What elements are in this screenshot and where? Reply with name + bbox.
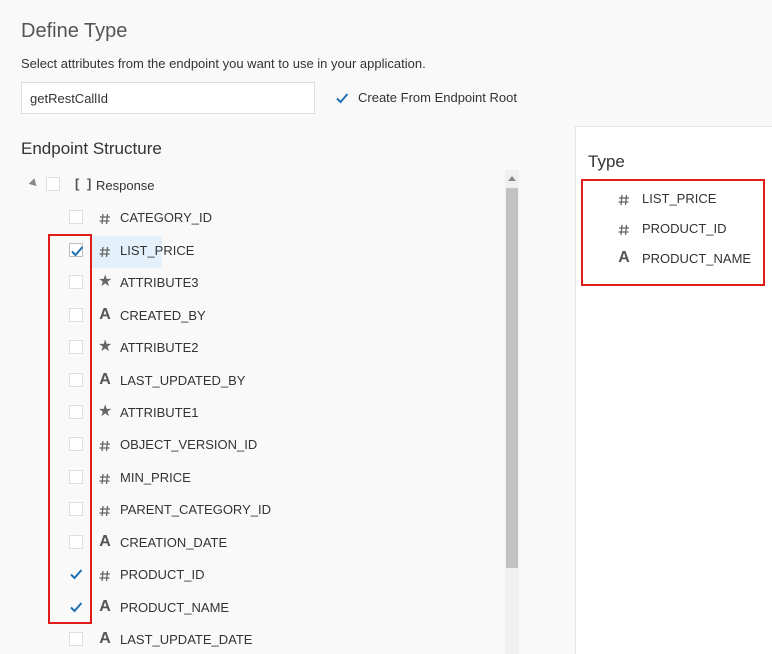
- star-icon: ★: [98, 273, 113, 290]
- string-icon: A: [99, 306, 111, 323]
- tree-root-response[interactable]: [ ] Response: [0, 170, 300, 198]
- string-icon: A: [99, 630, 111, 647]
- string-icon: A: [99, 598, 111, 615]
- expand-triangle-icon[interactable]: [28, 178, 40, 189]
- star-icon: ★: [98, 338, 113, 355]
- tree-item-label: MIN_PRICE: [120, 470, 191, 485]
- tree-item-row[interactable]: A LAST_UPDATE_DATE: [0, 625, 500, 653]
- tree-item-row[interactable]: CATEGORY_ID: [0, 203, 500, 231]
- scroll-thumb[interactable]: [506, 188, 518, 568]
- tree-scrollbar[interactable]: [505, 170, 519, 654]
- string-icon: A: [99, 533, 111, 550]
- array-bracket-icon: [ ]: [75, 176, 94, 191]
- tree-item-label: LAST_UPDATE_DATE: [120, 632, 253, 647]
- checkbox-icon[interactable]: [335, 91, 349, 105]
- number-icon: [98, 435, 112, 453]
- number-icon: [98, 500, 112, 518]
- scroll-up-arrow-icon[interactable]: [508, 176, 516, 181]
- tree-item-label: CREATED_BY: [120, 308, 206, 323]
- tree-item-label: PARENT_CATEGORY_ID: [120, 502, 271, 517]
- page-title: Define Type: [21, 20, 128, 42]
- tree-item-label: CATEGORY_ID: [120, 210, 212, 225]
- tree-item-label: PRODUCT_ID: [120, 567, 205, 582]
- page-subtitle: Select attributes from the endpoint you …: [21, 56, 426, 71]
- tree-item-label: OBJECT_VERSION_ID: [120, 437, 258, 452]
- tree-item-checkbox[interactable]: [69, 210, 83, 224]
- highlight-box-type-items: [581, 179, 765, 286]
- number-icon: [98, 241, 112, 259]
- tree-item-label: ATTRIBUTE2: [120, 340, 199, 355]
- tree-item-checkbox[interactable]: [69, 632, 83, 646]
- tree-item-label: LAST_UPDATED_BY: [120, 373, 246, 388]
- tree-item-label: CREATION_DATE: [120, 535, 228, 550]
- number-icon: [98, 208, 112, 226]
- endpoint-structure-title: Endpoint Structure: [21, 139, 162, 158]
- highlight-box-checkboxes: [48, 234, 92, 624]
- type-panel-title: Type: [588, 152, 625, 171]
- number-icon: [98, 565, 112, 583]
- tree-item-label: PRODUCT_NAME: [120, 600, 230, 615]
- tree-item-label: ATTRIBUTE1: [120, 405, 199, 420]
- number-icon: [98, 468, 112, 486]
- response-checkbox[interactable]: [46, 177, 60, 191]
- response-label: Response: [96, 178, 155, 193]
- star-icon: ★: [98, 403, 113, 420]
- type-name-input[interactable]: [21, 82, 315, 114]
- string-icon: A: [99, 371, 111, 388]
- tree-item-label: ATTRIBUTE3: [120, 275, 199, 290]
- tree-item-label: LIST_PRICE: [120, 243, 195, 258]
- create-from-root-checkbox[interactable]: Create From Endpoint Root: [335, 90, 517, 105]
- create-from-root-label: Create From Endpoint Root: [358, 90, 517, 105]
